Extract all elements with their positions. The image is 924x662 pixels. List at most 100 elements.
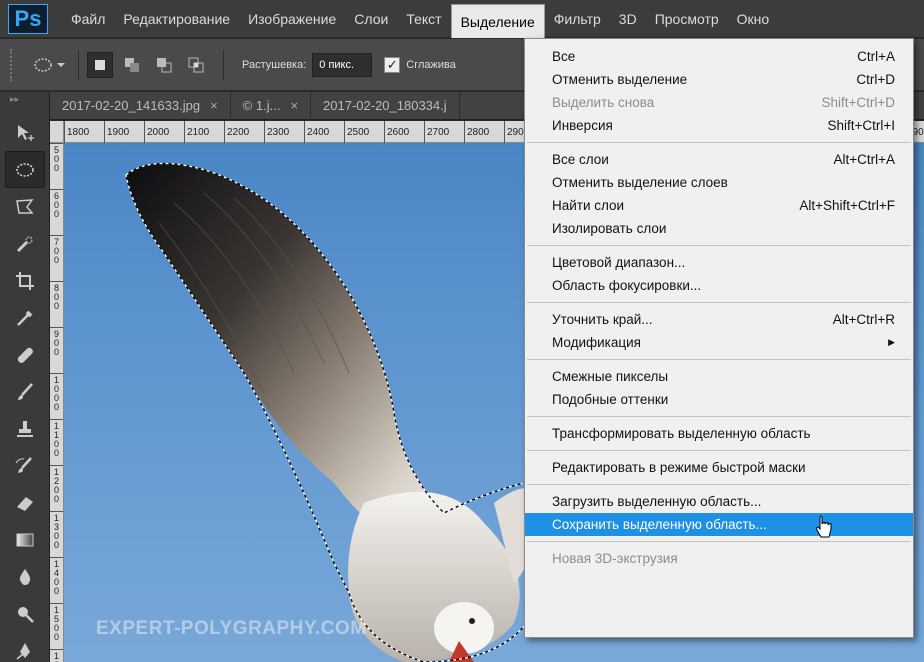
move-icon [18,124,34,141]
polygonal-lasso-icon [16,198,34,214]
elliptical-marquee-tool[interactable] [5,151,45,188]
menu-item[interactable]: Загрузить выделенную область... [525,490,913,513]
select-menu-dropdown: Все Ctrl+A Отменить выделение Ctrl+D Выделит… [524,38,914,638]
antialias-checkbox[interactable]: ✓ [384,56,401,73]
menu-item[interactable]: Отменить выделение Ctrl+D [525,68,913,91]
dodge-tool[interactable] [5,595,45,632]
photoshop-logo: Ps [8,3,48,34]
menu-item[interactable]: Все Ctrl+A [525,45,913,68]
clone-stamp-tool[interactable] [5,410,45,447]
menu-item-shortcut: Alt+Ctrl+A [833,152,895,167]
menu-item[interactable]: Подобные оттенки [525,388,913,411]
ruler-tick: 9 0 0 [50,327,63,373]
crop-icon [16,271,34,290]
ellipse-marquee-icon [16,162,34,177]
menu-9[interactable]: Просмотр [646,0,728,38]
vertical-ruler[interactable]: 5 0 06 0 07 0 08 0 09 0 01 0 0 01 1 0 01… [50,143,64,662]
menu-8[interactable]: 3D [610,0,646,38]
menu-item[interactable]: Модификация ▶ [525,331,913,354]
ruler-origin[interactable] [50,121,64,143]
ruler-tick: 1 5 0 0 [50,603,63,649]
menu-item-label: Инверсия [552,118,613,133]
close-icon[interactable]: × [290,98,298,113]
menu-items: Файл Редактирование Изображение Слои Текст Вы… [62,0,778,38]
menu-item-label: Изолировать слои [552,221,667,236]
ruler-tick: 2700 [424,121,464,143]
ruler-tick: 1 6 0 0 [50,649,63,662]
antialias-label: Сглажива [406,58,456,71]
menu-item[interactable]: Отменить выделение слоев [525,171,913,194]
ruler-tick: 5 0 0 [50,143,63,189]
ruler-tick: 1 1 0 0 [50,419,63,465]
menu-item-shortcut: Ctrl+A [857,49,895,64]
menu-5[interactable]: Текст [397,0,450,38]
menu-item[interactable]: Цветовой диапазон... [525,251,913,274]
move-tool[interactable] [5,114,45,151]
tab-label: 2017-02-20_141633.jpg [62,97,201,113]
blur-tool[interactable] [5,558,45,595]
ruler-tick: 2400 [304,121,344,143]
healing-brush-tool[interactable] [5,336,45,373]
menu-3[interactable]: Изображение [239,0,345,38]
new-selection-button[interactable] [87,51,113,78]
quick-selection-tool[interactable] [5,225,45,262]
menu-item[interactable]: Все слои Alt+Ctrl+A [525,148,913,171]
menu-item[interactable]: Смежные пикселы [525,365,913,388]
menu-item[interactable]: Трансформировать выделенную область [525,422,913,445]
menu-4[interactable]: Слои [345,0,397,38]
stamp-icon [17,420,33,437]
gradient-icon [16,533,34,546]
menu-item-shortcut: Alt+Shift+Ctrl+F [799,198,895,213]
options-divider [78,49,79,80]
crop-tool[interactable] [5,262,45,299]
menu-item[interactable]: Найти слои Alt+Shift+Ctrl+F [525,194,913,217]
subtract-selection-button[interactable] [151,52,177,78]
menu-item[interactable]: Изолировать слои [525,217,913,240]
menu-item-shortcut: Shift+Ctrl+D [821,95,895,110]
tool-preset-picker[interactable] [28,50,70,80]
menu-item[interactable]: Редактировать в режиме быстрой маски [525,456,913,479]
ruler-tick: 1 4 0 0 [50,557,63,603]
menu-item[interactable]: Инверсия Shift+Ctrl+I [525,114,913,137]
menu-1[interactable]: Файл [62,0,114,38]
menu-item-label: Подобные оттенки [552,392,669,407]
eraser-tool[interactable] [5,484,45,521]
brush-tool[interactable] [5,373,45,410]
intersect-selection-button[interactable] [183,52,209,78]
gradient-tool[interactable] [5,521,45,558]
close-icon[interactable]: × [210,98,218,113]
menu-item[interactable]: Область фокусировки... [525,274,913,297]
menu-separator [527,416,911,417]
tab-label: 2017-02-20_180334.j [323,97,447,113]
eyedropper-tool[interactable] [5,299,45,336]
ruler-tick: 2100 [184,121,224,143]
document-tab[interactable]: © 1.j... × [231,91,312,120]
pen-tool[interactable] [5,632,45,662]
menu-6[interactable]: Выделение [450,3,545,38]
menu-item[interactable]: Сохранить выделенную область... [525,513,913,538]
ruler-tick: 7 0 0 [50,235,63,281]
menu-item-shortcut: Ctrl+D [856,72,895,87]
menu-item-label: Уточнить край... [552,312,653,327]
menu-2[interactable]: Редактирование [114,0,239,38]
menu-7[interactable]: Фильтр [545,0,610,38]
dodge-icon [18,606,34,623]
ruler-tick: 2500 [344,121,384,143]
menu-item[interactable]: Уточнить край... Alt+Ctrl+R [525,308,913,331]
lasso-tool[interactable] [5,188,45,225]
add-selection-button[interactable] [119,52,145,78]
menu-bar: Ps Файл Редактирование Изображение Слои Текс… [0,0,924,38]
ruler-tick: 2000 [144,121,184,143]
document-tab[interactable]: 2017-02-20_141633.jpg × [50,91,231,120]
options-grip[interactable] [10,48,14,81]
menu-10[interactable]: Окно [728,0,779,38]
menu-item-label: Отменить выделение слоев [552,175,728,190]
tab-label: © 1.j... [242,97,281,113]
document-tab[interactable]: 2017-02-20_180334.j [311,91,460,120]
intersect-selection-icon [188,57,204,72]
tools-collapse-button[interactable]: ▸▸ [0,92,49,114]
menu-separator [527,142,911,143]
feather-input[interactable]: 0 пикс. [312,52,373,77]
ruler-tick: 1 0 0 0 [50,373,63,419]
history-brush-tool[interactable] [5,447,45,484]
